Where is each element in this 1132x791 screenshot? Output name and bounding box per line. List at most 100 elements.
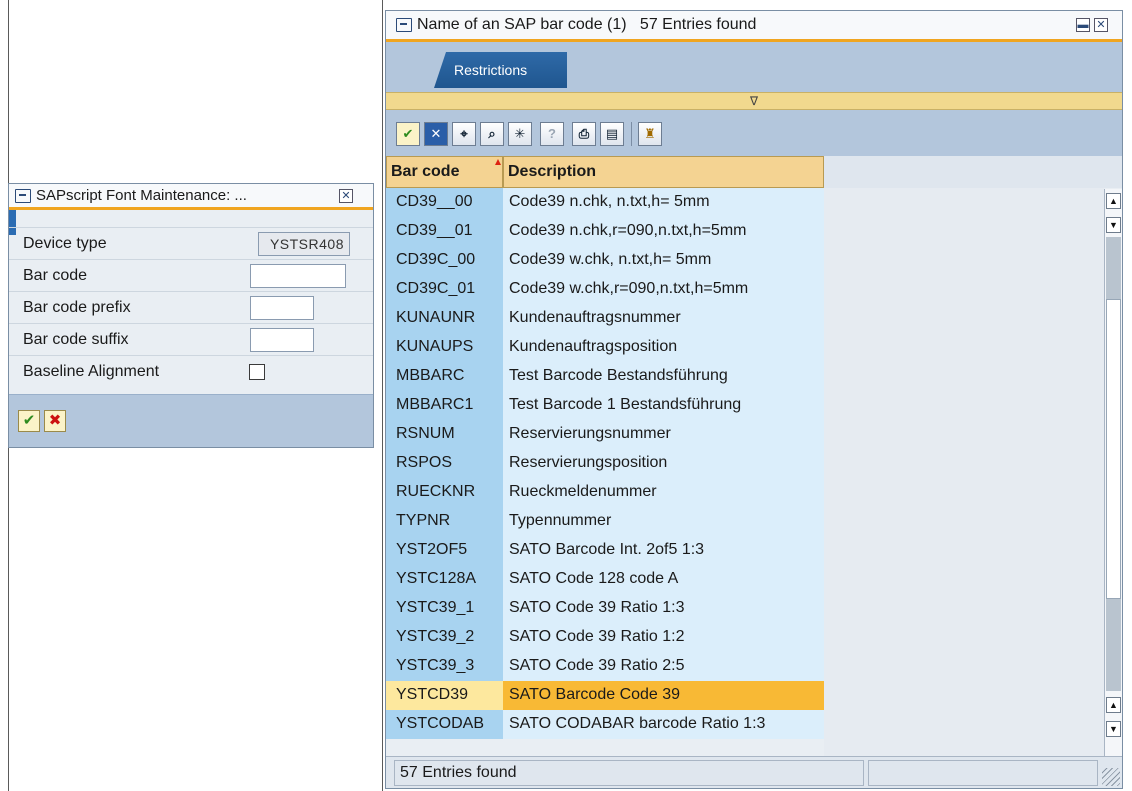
table-row[interactable]: CD39C_01 Code39 w.chk,r=090,n.txt,h=5mm — [386, 275, 824, 304]
description-cell[interactable]: SATO Barcode Int. 2of5 1:3 — [503, 536, 824, 565]
local-file-icon[interactable]: ▤ — [600, 122, 624, 146]
table-row[interactable]: YSTCD39 SATO Barcode Code 39 — [386, 681, 824, 710]
description-cell[interactable]: SATO Code 39 Ratio 1:2 — [503, 623, 824, 652]
scroll-track[interactable] — [1106, 599, 1121, 691]
tab-strip: Restrictions — [386, 42, 1122, 92]
table-row[interactable]: YST2OF5 SATO Barcode Int. 2of5 1:3 — [386, 536, 824, 565]
bar-code-cell[interactable]: YSTCODAB — [386, 710, 503, 739]
bar-code-cell[interactable]: CD39C_01 — [386, 275, 503, 304]
table-row[interactable]: KUNAUNR Kundenauftragsnummer — [386, 304, 824, 333]
bar-code-cell[interactable]: MBBARC1 — [386, 391, 503, 420]
close-icon[interactable]: ✕ — [339, 189, 353, 203]
description-cell[interactable]: SATO Code 39 Ratio 2:5 — [503, 652, 824, 681]
personal-list-icon[interactable]: ♜ — [638, 122, 662, 146]
bar-code-cell[interactable]: CD39C_00 — [386, 246, 503, 275]
search-help-titlebar[interactable]: Name of an SAP bar code (1) 57 Entries f… — [386, 11, 1122, 42]
dialog-titlebar[interactable]: SAPscript Font Maintenance: ... ✕ — [9, 184, 373, 210]
description-cell[interactable]: Reservierungsnummer — [503, 420, 824, 449]
bar-code-row: Bar code — [9, 259, 373, 291]
resize-grip-icon[interactable] — [1102, 768, 1120, 786]
description-cell[interactable]: Reservierungsposition — [503, 449, 824, 478]
description-cell[interactable]: Typennummer — [503, 507, 824, 536]
scroll-down-icon[interactable]: ▼ — [1106, 217, 1121, 233]
description-cell[interactable]: Test Barcode 1 Bestandsführung — [503, 391, 824, 420]
prefix-row: Bar code prefix — [9, 291, 373, 323]
minimize-icon[interactable]: ▬ — [1076, 18, 1090, 32]
bar-code-cell[interactable]: RSNUM — [386, 420, 503, 449]
new-list-icon[interactable]: ✳ — [508, 122, 532, 146]
tab-restrictions[interactable]: Restrictions — [434, 52, 567, 88]
table-row[interactable]: KUNAUPS Kundenauftragsposition — [386, 333, 824, 362]
table-row[interactable]: MBBARC Test Barcode Bestandsführung — [386, 362, 824, 391]
bar-code-cell[interactable]: CD39__01 — [386, 217, 503, 246]
vertical-scrollbar[interactable]: ▲ ▼ ▲ ▼ — [1104, 189, 1122, 757]
description-cell[interactable]: Code39 n.chk, n.txt,h= 5mm — [503, 188, 824, 217]
cancel-x-icon[interactable]: ✖ — [44, 410, 66, 432]
checkmark-icon[interactable]: ✔ — [396, 122, 420, 146]
description-cell[interactable]: SATO Barcode Code 39 — [503, 681, 824, 710]
scroll-up-icon[interactable]: ▲ — [1106, 697, 1121, 713]
checkmark-icon[interactable]: ✔ — [18, 410, 40, 432]
status-text: 57 Entries found — [400, 764, 517, 781]
table-row[interactable]: RSNUM Reservierungsnummer — [386, 420, 824, 449]
table-row[interactable]: MBBARC1 Test Barcode 1 Bestandsführung — [386, 391, 824, 420]
description-cell[interactable]: Test Barcode Bestandsführung — [503, 362, 824, 391]
find-icon[interactable]: ⌖ — [452, 122, 476, 146]
bar-code-cell[interactable]: YSTCD39 — [386, 681, 503, 710]
table-row[interactable]: YSTC128A SATO Code 128 code A — [386, 565, 824, 594]
bar-code-cell[interactable]: YSTC39_1 — [386, 594, 503, 623]
description-cell[interactable]: Code39 w.chk, n.txt,h= 5mm — [503, 246, 824, 275]
scroll-down-icon[interactable]: ▼ — [1106, 721, 1121, 737]
bar-code-cell[interactable]: YSTC39_3 — [386, 652, 503, 681]
table-row[interactable]: YSTCODAB SATO CODABAR barcode Ratio 1:3 — [386, 710, 824, 739]
table-row[interactable]: CD39__01 Code39 n.chk,r=090,n.txt,h=5mm — [386, 217, 824, 246]
bar-code-cell[interactable]: TYPNR — [386, 507, 503, 536]
table-row[interactable]: RUECKNR Rueckmeldenummer — [386, 478, 824, 507]
search-help-title: Name of an SAP bar code (1) 57 Entries f… — [417, 16, 757, 33]
bar-code-cell[interactable]: YST2OF5 — [386, 536, 503, 565]
toolbar-separator — [631, 122, 632, 146]
scroll-track[interactable] — [1106, 237, 1121, 299]
bar-code-input[interactable] — [250, 264, 346, 288]
dialog-title: SAPscript Font Maintenance: ... — [36, 187, 247, 204]
description-cell[interactable]: Code39 w.chk,r=090,n.txt,h=5mm — [503, 275, 824, 304]
table-row[interactable]: RSPOS Reservierungsposition — [386, 449, 824, 478]
description-cell[interactable]: Code39 n.chk,r=090,n.txt,h=5mm — [503, 217, 824, 246]
description-cell[interactable]: Kundenauftragsposition — [503, 333, 824, 362]
column-header-bar-code[interactable]: Bar code — [386, 156, 503, 188]
baseline-alignment-checkbox[interactable] — [249, 364, 265, 380]
status-bar: 57 Entries found — [386, 756, 1122, 788]
bar-code-suffix-label: Bar code suffix — [23, 331, 129, 348]
help-icon: ? — [540, 122, 564, 146]
close-icon[interactable]: ✕ — [1094, 18, 1108, 32]
bar-code-cell[interactable]: KUNAUNR — [386, 304, 503, 333]
splitter-arrow-icon: ∇ — [749, 94, 759, 108]
table-row[interactable]: YSTC39_1 SATO Code 39 Ratio 1:3 — [386, 594, 824, 623]
table-row[interactable]: CD39__00 Code39 n.chk, n.txt,h= 5mm — [386, 188, 824, 217]
collapse-splitter[interactable]: ∇ — [386, 92, 1122, 110]
table-row[interactable]: YSTC39_3 SATO Code 39 Ratio 2:5 — [386, 652, 824, 681]
table-row[interactable]: TYPNR Typennummer — [386, 507, 824, 536]
find-next-icon[interactable]: ⌕ — [480, 122, 504, 146]
bar-code-cell[interactable]: YSTC128A — [386, 565, 503, 594]
print-icon[interactable]: ⎙ — [572, 122, 596, 146]
bar-code-prefix-input[interactable] — [250, 296, 314, 320]
column-header-description[interactable]: Description — [503, 156, 824, 188]
bar-code-cell[interactable]: KUNAUPS — [386, 333, 503, 362]
bar-code-cell[interactable]: MBBARC — [386, 362, 503, 391]
description-cell[interactable]: SATO Code 128 code A — [503, 565, 824, 594]
table-row[interactable]: YSTC39_2 SATO Code 39 Ratio 1:2 — [386, 623, 824, 652]
description-cell[interactable]: SATO CODABAR barcode Ratio 1:3 — [503, 710, 824, 739]
description-cell[interactable]: SATO Code 39 Ratio 1:3 — [503, 594, 824, 623]
scroll-thumb[interactable] — [1106, 299, 1121, 599]
description-cell[interactable]: Kundenauftragsnummer — [503, 304, 824, 333]
table-row[interactable]: CD39C_00 Code39 w.chk, n.txt,h= 5mm — [386, 246, 824, 275]
bar-code-cell[interactable]: RUECKNR — [386, 478, 503, 507]
bar-code-cell[interactable]: CD39__00 — [386, 188, 503, 217]
bar-code-suffix-input[interactable] — [250, 328, 314, 352]
bar-code-cell[interactable]: RSPOS — [386, 449, 503, 478]
cancel-icon[interactable]: ✕ — [424, 122, 448, 146]
scroll-up-icon[interactable]: ▲ — [1106, 193, 1121, 209]
bar-code-cell[interactable]: YSTC39_2 — [386, 623, 503, 652]
description-cell[interactable]: Rueckmeldenummer — [503, 478, 824, 507]
